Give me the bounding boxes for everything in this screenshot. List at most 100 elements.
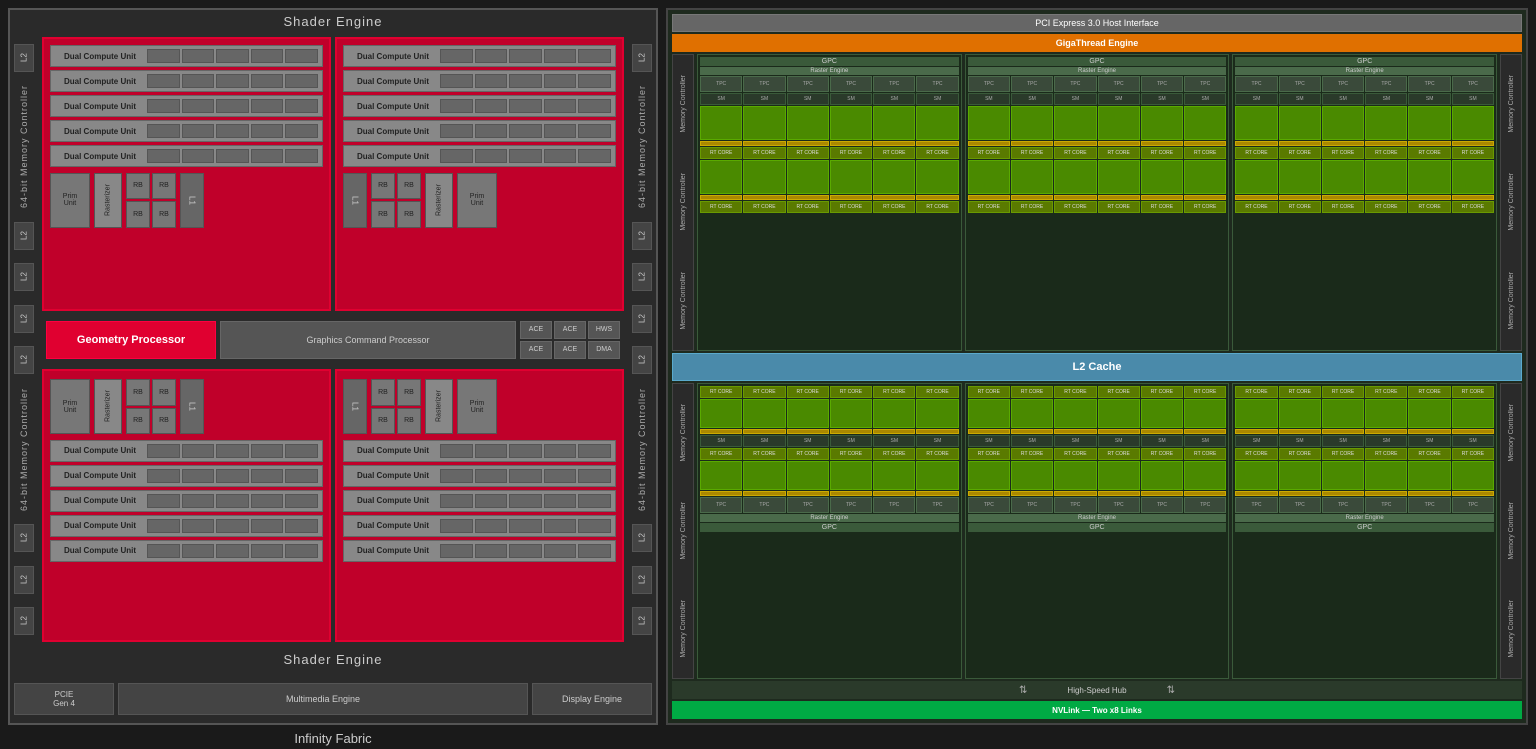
- display-engine: Display Engine: [532, 683, 652, 715]
- bottom-shader-section: PrimUnit Rasterizer RB RB RB RB L1 Dua: [42, 369, 624, 643]
- mem-ctrl-label-left2: 64-bit Memory Controller: [19, 388, 29, 511]
- l2-block: L2: [632, 566, 652, 594]
- right-mc-strip: Memory Controller Memory Controller Memo…: [1500, 54, 1522, 351]
- pcie-block: PCIEGen 4: [14, 683, 114, 715]
- high-speed-hub: ⇅ High-Speed Hub ⇅: [672, 681, 1522, 699]
- gpc5-label: GPC: [968, 523, 1227, 532]
- gpc3-label: GPC: [1235, 57, 1494, 66]
- dcu-row: Dual Compute Unit: [50, 70, 323, 92]
- hub-arrow-left: ⇅: [1019, 685, 1027, 696]
- right-memory-ctrl: L2 64-bit Memory Controller L2 L2 L2 L2 …: [628, 33, 656, 646]
- l2-block: L2: [14, 263, 34, 291]
- dcu-row: Dual Compute Unit: [343, 120, 616, 142]
- l2-block: L2: [632, 305, 652, 333]
- raster-row-top-right: L1 RB RB RB RB Rasterizer PrimUnit: [343, 170, 616, 230]
- dcu-row: Dual Compute Unit: [343, 515, 616, 537]
- shader-engine-bottom-label: Shader Engine: [10, 648, 656, 671]
- dcu-row: Dual Compute Unit: [343, 45, 616, 67]
- multimedia-engine: Multimedia Engine: [118, 683, 528, 715]
- rasterizer: Rasterizer: [94, 173, 122, 228]
- dcu-row: Dual Compute Unit: [50, 145, 323, 167]
- dcu-row: Dual Compute Unit: [50, 120, 323, 142]
- l2-block: L2: [14, 44, 34, 72]
- l2-cache-bar: L2 Cache: [672, 353, 1522, 381]
- shader-col-left: Dual Compute Unit Dual Compute Unit: [42, 37, 331, 311]
- rasterizer: Rasterizer: [94, 379, 122, 434]
- rb-grid: RB RB RB RB: [126, 379, 176, 434]
- gpc2-label: GPC: [968, 57, 1227, 66]
- giga-thread-bar: GigaThread Engine: [672, 34, 1522, 52]
- l2-block: L2: [14, 222, 34, 250]
- dcu-row: Dual Compute Unit: [343, 540, 616, 562]
- shader-section-bottom-right: L1 RB RB RB RB Rasterizer PrimUnit Dua: [335, 369, 624, 643]
- right-panel: PCI Express 3.0 Host Interface GigaThrea…: [666, 8, 1528, 725]
- rb-grid: RB RB RB RB: [371, 379, 421, 434]
- dcu-row: Dual Compute Unit: [50, 95, 323, 117]
- dcu-row: Dual Compute Unit: [343, 145, 616, 167]
- raster-row-top-left: PrimUnit Rasterizer RB RB RB RB L1: [50, 170, 323, 230]
- prim-unit: PrimUnit: [50, 173, 90, 228]
- l2-block: L2: [14, 305, 34, 333]
- l1-block: L1: [180, 173, 204, 228]
- dcu-row: Dual Compute Unit: [343, 70, 616, 92]
- dcu-row: Dual Compute Unit: [50, 540, 323, 562]
- dcu-row: Dual Compute Unit: [343, 465, 616, 487]
- prim-unit: PrimUnit: [457, 173, 497, 228]
- shader-section-top-right: Dual Compute Unit Dual Compute Unit: [335, 37, 624, 311]
- l1-block: L1: [343, 173, 367, 228]
- mem-ctrl-label-right1: 64-bit Memory Controller: [637, 85, 647, 208]
- dcu-row: Dual Compute Unit: [50, 45, 323, 67]
- left-mc-strip-bottom: Memory Controller Memory Controller Memo…: [672, 383, 694, 680]
- rb-grid: RB RB RB RB: [126, 173, 176, 228]
- l2-block: L2: [14, 607, 34, 635]
- shader-col-bottom-left: PrimUnit Rasterizer RB RB RB RB L1 Dua: [42, 369, 331, 643]
- raster-engine-1: Raster Engine: [700, 67, 959, 75]
- dcu-row: Dual Compute Unit: [343, 440, 616, 462]
- l2-block: L2: [14, 346, 34, 374]
- center-content: Dual Compute Unit Dual Compute Unit: [38, 33, 628, 646]
- prim-unit: PrimUnit: [50, 379, 90, 434]
- gpc6-label: GPC: [1235, 523, 1494, 532]
- rb-grid: RB RB RB RB: [371, 173, 421, 228]
- raster-row-bottom-left: PrimUnit Rasterizer RB RB RB RB L1: [50, 377, 323, 437]
- dcu-row: Dual Compute Unit: [50, 440, 323, 462]
- l1-block: L1: [180, 379, 204, 434]
- shader-col-bottom-right: L1 RB RB RB RB Rasterizer PrimUnit Dua: [335, 369, 624, 643]
- bottom-labels: PCIEGen 4 Multimedia Engine Display Engi…: [10, 671, 656, 727]
- ace-hws-grid: ACE ACE HWS ACE ACE DMA: [520, 321, 620, 359]
- prim-unit: PrimUnit: [457, 379, 497, 434]
- l2-block: L2: [632, 346, 652, 374]
- dcu-row: Dual Compute Unit: [343, 95, 616, 117]
- gpc1-label: GPC: [700, 57, 959, 66]
- dcu-row: Dual Compute Unit: [50, 465, 323, 487]
- mem-ctrl-label-right2: 64-bit Memory Controller: [637, 388, 647, 511]
- top-shader-section: Dual Compute Unit Dual Compute Unit: [42, 37, 624, 311]
- l2-block: L2: [632, 44, 652, 72]
- infinity-fabric-label: Infinity Fabric: [10, 727, 656, 749]
- l2-block: L2: [632, 222, 652, 250]
- shader-section-bottom-left: PrimUnit Rasterizer RB RB RB RB L1 Dua: [42, 369, 331, 643]
- hub-arrow-right: ⇅: [1167, 685, 1175, 696]
- rasterizer: Rasterizer: [425, 173, 453, 228]
- mem-ctrl-label-left1: 64-bit Memory Controller: [19, 85, 29, 208]
- shader-section-top-left: Dual Compute Unit Dual Compute Unit: [42, 37, 331, 311]
- dcu-row: Dual Compute Unit: [343, 490, 616, 512]
- raster-row-bottom-right: L1 RB RB RB RB Rasterizer PrimUnit: [343, 377, 616, 437]
- graphics-cmd-processor: Graphics Command Processor: [220, 321, 516, 359]
- left-memory-ctrl: L2 64-bit Memory Controller L2 L2 L2 L2 …: [10, 33, 38, 646]
- right-mc-strip-bottom: Memory Controller Memory Controller Memo…: [1500, 383, 1522, 680]
- shader-engine-top-label: Shader Engine: [10, 10, 656, 33]
- left-mc-strip: Memory Controller Memory Controller Memo…: [672, 54, 694, 351]
- l2-block: L2: [14, 524, 34, 552]
- nvlink-bar: NVLink — Two x8 Links: [672, 701, 1522, 719]
- l2-block: L2: [632, 607, 652, 635]
- pci-express-bar: PCI Express 3.0 Host Interface: [672, 14, 1522, 32]
- dcu-row: Dual Compute Unit: [50, 515, 323, 537]
- left-panel: Shader Engine L2 64-bit Memory Controlle…: [8, 8, 658, 725]
- l2-block: L2: [632, 263, 652, 291]
- l2-block: L2: [632, 524, 652, 552]
- command-row: Geometry Processor Graphics Command Proc…: [42, 315, 624, 365]
- geometry-processor: Geometry Processor: [46, 321, 216, 359]
- dcu-row: Dual Compute Unit: [50, 490, 323, 512]
- l1-block: L1: [343, 379, 367, 434]
